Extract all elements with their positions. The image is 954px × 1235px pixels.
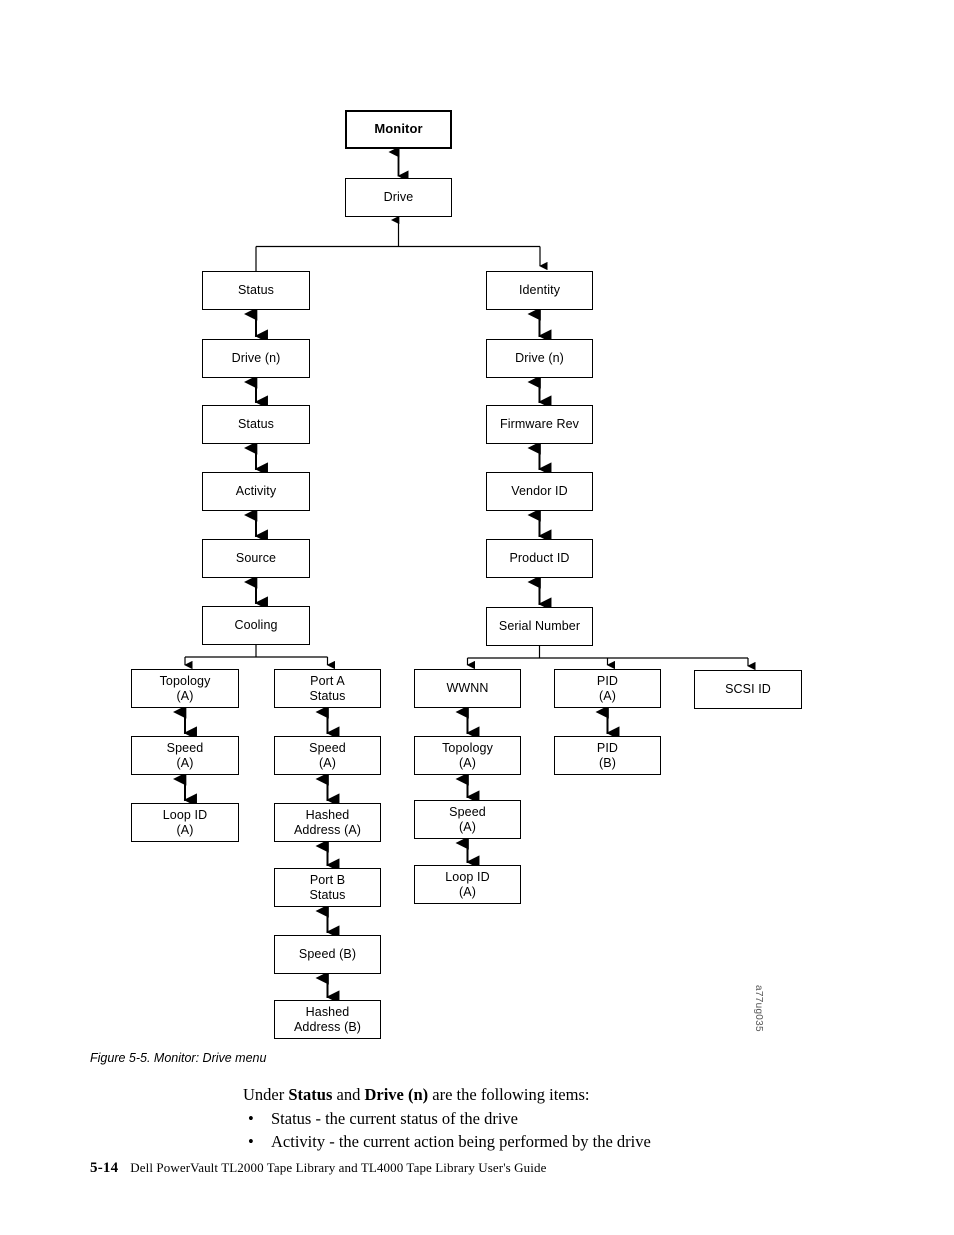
bullet-icon: • <box>248 1132 254 1151</box>
lead-term-drive-n: Drive (n) <box>364 1085 429 1104</box>
node-vendor-id[interactable]: Vendor ID <box>486 472 593 511</box>
book-title: Dell PowerVault TL2000 Tape Library and … <box>130 1160 547 1175</box>
node-identity[interactable]: Identity <box>486 271 593 310</box>
node-drive-n-left[interactable]: Drive (n) <box>202 339 310 378</box>
node-cooling[interactable]: Cooling <box>202 606 310 645</box>
lead-conjunction: and <box>332 1085 365 1104</box>
menu-tree-diagram: Monitor Drive Status Drive (n) Status Ac… <box>0 0 954 1050</box>
node-speed-a-left[interactable]: Speed (A) <box>131 736 239 775</box>
node-hashed-address-b[interactable]: Hashed Address (B) <box>274 1000 381 1039</box>
node-source[interactable]: Source <box>202 539 310 578</box>
list-item-text: Status - the current status of the drive <box>271 1109 518 1128</box>
node-drive-n-right[interactable]: Drive (n) <box>486 339 593 378</box>
node-speed-a-middle[interactable]: Speed (A) <box>274 736 381 775</box>
item-list: • Status - the current status of the driv… <box>243 1107 883 1153</box>
node-speed-b[interactable]: Speed (B) <box>274 935 381 974</box>
page-number: 5-14 <box>90 1160 119 1176</box>
node-scsi-id[interactable]: SCSI ID <box>694 670 802 709</box>
node-pid-b[interactable]: PID (B) <box>554 736 661 775</box>
bullet-icon: • <box>248 1109 254 1128</box>
body-text: Under Status and Drive (n) are the follo… <box>243 1083 883 1153</box>
node-wwnn[interactable]: WWNN <box>414 669 521 708</box>
node-pid-a[interactable]: PID (A) <box>554 669 661 708</box>
list-item: • Activity - the current action being per… <box>243 1130 883 1153</box>
node-topology-a-left[interactable]: Topology (A) <box>131 669 239 708</box>
node-loop-id-a-right[interactable]: Loop ID (A) <box>414 865 521 904</box>
node-serial-number[interactable]: Serial Number <box>486 607 593 646</box>
node-activity[interactable]: Activity <box>202 472 310 511</box>
list-item-text: Activity - the current action being perf… <box>271 1132 651 1151</box>
list-item: • Status - the current status of the driv… <box>243 1107 883 1130</box>
node-loop-id-a-left[interactable]: Loop ID (A) <box>131 803 239 842</box>
figure-id-watermark: a77ug035 <box>751 985 765 1055</box>
node-hashed-address-a[interactable]: Hashed Address (A) <box>274 803 381 842</box>
node-topology-a-right[interactable]: Topology (A) <box>414 736 521 775</box>
node-port-a-status[interactable]: Port A Status <box>274 669 381 708</box>
lead-prefix: Under <box>243 1085 289 1104</box>
node-status-level1[interactable]: Status <box>202 271 310 310</box>
node-speed-a-right[interactable]: Speed (A) <box>414 800 521 839</box>
page-footer: 5-14 Dell PowerVault TL2000 Tape Library… <box>90 1160 546 1177</box>
node-drive[interactable]: Drive <box>345 178 452 217</box>
figure-id-text: a77ug035 <box>753 985 764 1032</box>
lead-suffix: are the following items: <box>428 1085 590 1104</box>
node-firmware-rev[interactable]: Firmware Rev <box>486 405 593 444</box>
node-monitor[interactable]: Monitor <box>345 110 452 149</box>
node-port-b-status[interactable]: Port B Status <box>274 868 381 907</box>
lead-term-status: Status <box>288 1085 333 1104</box>
node-product-id[interactable]: Product ID <box>486 539 593 578</box>
lead-paragraph: Under Status and Drive (n) are the follo… <box>243 1083 883 1106</box>
figure-caption: Figure 5-5. Monitor: Drive menu <box>90 1051 267 1065</box>
node-status-level2[interactable]: Status <box>202 405 310 444</box>
